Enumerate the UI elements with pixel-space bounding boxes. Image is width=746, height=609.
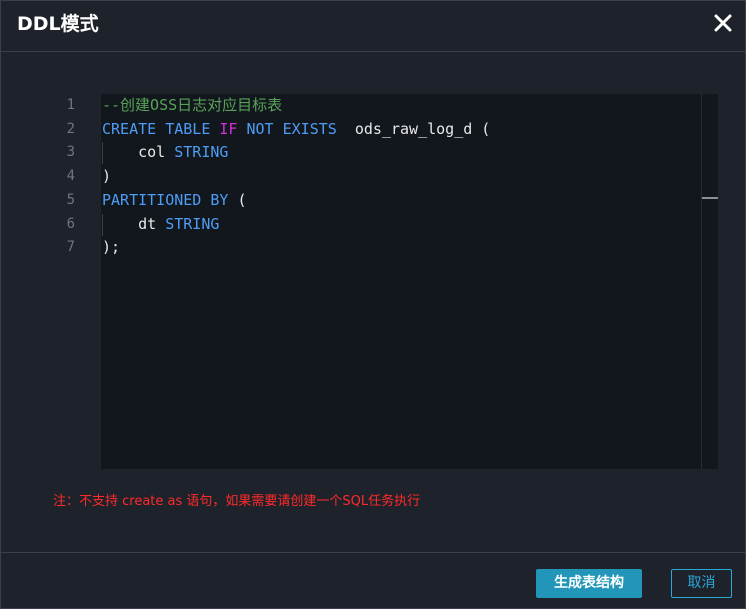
code-token-keyword: STRING [174,143,229,161]
cancel-button[interactable]: 取消 [671,569,732,598]
ddl-dialog: DDL模式 1 2 3 4 5 6 7 --创建OSS日志对应目标表 CREATE… [0,0,746,609]
line-number: 4 [66,168,75,184]
code-token-comment: --创建OSS日志对应目标表 [102,96,283,114]
code-token-keyword2: IF [219,120,238,138]
line-number: 3 [66,144,75,160]
code-token-keyword: CREATE TABLE [102,120,220,138]
code-token-plain: ods_raw_log_d ( [336,120,491,138]
code-token-plain: dt [102,215,166,233]
footer-divider [1,552,745,553]
code-line: dt STRING [102,212,219,236]
line-number: 1 [66,97,75,113]
close-icon[interactable] [713,13,733,33]
code-token-keyword: PARTITIONED BY [102,191,229,209]
line-number-gutter: 1 2 3 4 5 6 7 [53,94,101,469]
code-line: ) [102,164,111,188]
code-editor[interactable]: 1 2 3 4 5 6 7 --创建OSS日志对应目标表 CREATE TABLE… [53,94,719,469]
code-token-plain: ( [228,191,247,209]
code-token-keyword: NOT EXISTS [237,120,337,138]
code-token-keyword: STRING [165,215,220,233]
code-token-plain: ); [102,238,121,256]
line-number: 2 [66,121,75,137]
code-token-plain: ) [102,167,112,185]
code-token-plain: col [102,143,175,161]
editor-scrollbar[interactable] [701,94,718,469]
generate-table-structure-button[interactable]: 生成表结构 [536,569,642,598]
scrollbar-cursor-marker [702,197,718,199]
code-line: col STRING [102,140,228,164]
code-line: CREATE TABLE IF NOT EXISTS ods_raw_log_d… [102,117,490,141]
code-line: PARTITIONED BY ( [102,188,247,212]
code-line: --创建OSS日志对应目标表 [102,93,282,117]
line-number: 7 [66,239,75,255]
dialog-title: DDL模式 [17,13,99,35]
dialog-header: DDL模式 [1,1,745,52]
line-number: 6 [66,216,75,232]
warning-note: 注：不支持 create as 语句，如果需要请创建一个SQL任务执行 [53,494,421,509]
code-line: ); [102,235,120,259]
line-number: 5 [66,192,75,208]
